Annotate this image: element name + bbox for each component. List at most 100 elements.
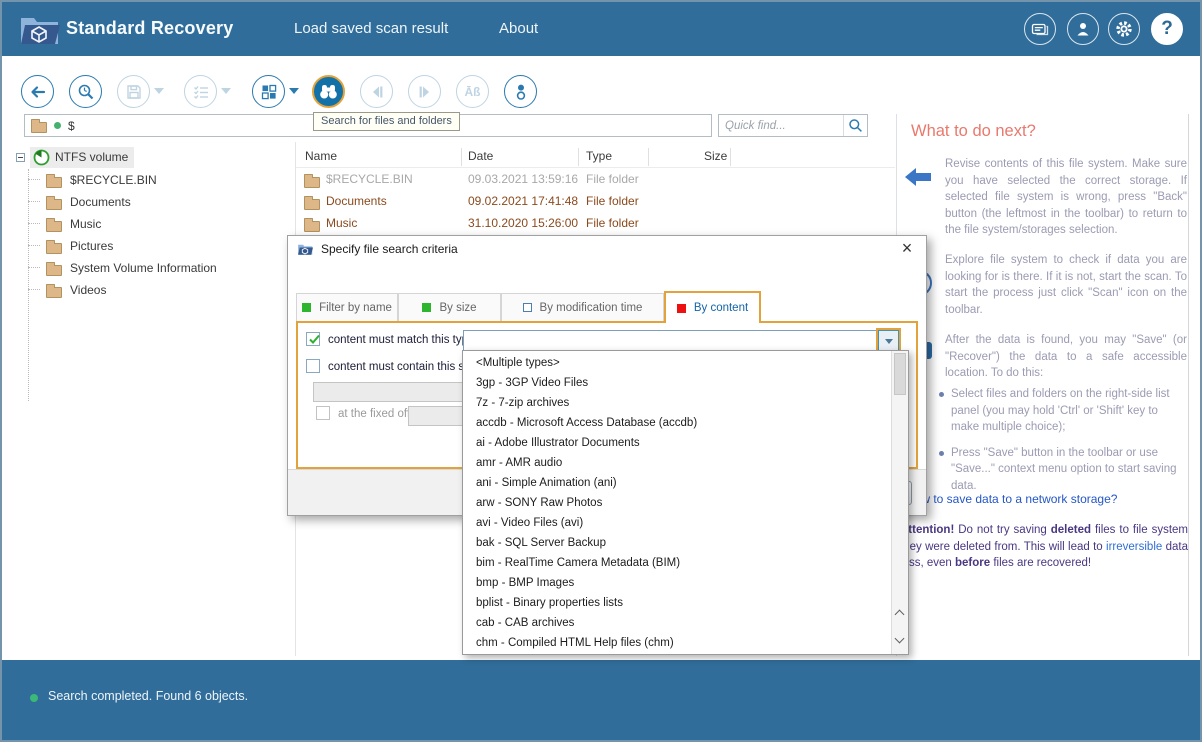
column-divider[interactable] (461, 148, 462, 166)
fixed-offset-checkbox[interactable] (316, 406, 330, 420)
tree-item[interactable]: $RECYCLE.BIN (2, 169, 294, 191)
back-arrow-icon (29, 84, 47, 100)
network-storage-link[interactable]: How to save data to a network storage? (906, 492, 1117, 506)
file-name: Documents (326, 194, 387, 208)
account-button[interactable] (1067, 13, 1099, 45)
dropdown-scrollbar[interactable] (891, 351, 908, 654)
column-divider[interactable] (648, 148, 649, 166)
volume-pie-icon (33, 149, 50, 166)
dropdown-items: <Multiple types> 3gp - 3GP Video Files 7… (463, 353, 891, 653)
menu-load-saved-scan[interactable]: Load saved scan result (294, 20, 448, 37)
dialog-tab[interactable]: By modification time (501, 293, 664, 321)
scan-button[interactable] (69, 75, 102, 108)
scrollbar-thumb[interactable] (894, 353, 906, 395)
help-paragraph: Explore file system to check if data you… (945, 252, 1187, 318)
menu-about[interactable]: About (499, 20, 538, 37)
file-row[interactable]: $RECYCLE.BIN 09.03.2021 13:59:16 File fo… (296, 168, 895, 190)
scan-magnifier-icon (77, 83, 95, 101)
dropdown-item[interactable]: ai - Adobe Illustrator Documents (463, 433, 891, 453)
dialog-close-button[interactable] (897, 238, 917, 258)
file-type: File folder (586, 216, 639, 230)
dropdown-item[interactable]: avi - Video Files (avi) (463, 513, 891, 533)
folder-icon (46, 287, 62, 298)
dialog-title-bar[interactable]: Specify file search criteria (288, 236, 926, 262)
dropdown-item[interactable]: arw - SONY Raw Photos (463, 493, 891, 513)
view-options-button[interactable] (184, 75, 217, 108)
scroll-down-icon[interactable] (895, 634, 905, 644)
tree-item[interactable]: System Volume Information (2, 257, 294, 279)
encoding-button[interactable]: Āß (456, 75, 489, 108)
tab-status-square-icon (677, 304, 686, 313)
toolbar-tooltip: Search for files and folders (313, 112, 460, 131)
dialog-tab[interactable]: Filter by name (296, 293, 398, 321)
quick-find-input[interactable] (719, 120, 843, 132)
attention-highlight: irreversible (1106, 541, 1162, 553)
dropdown-item[interactable]: ani - Simple Animation (ani) (463, 473, 891, 493)
dropdown-item[interactable]: bak - SQL Server Backup (463, 533, 891, 553)
dropdown-item[interactable]: bplist - Binary properties lists (463, 593, 891, 613)
contain-phrase-checkbox[interactable] (306, 359, 320, 373)
prev-result-button[interactable] (360, 75, 393, 108)
dialog-title: Specify file search criteria (321, 242, 458, 256)
combobox-dropdown-button[interactable] (878, 330, 899, 352)
dropdown-item[interactable]: amr - AMR audio (463, 453, 891, 473)
scroll-up-icon[interactable] (895, 610, 905, 620)
dropdown-item[interactable]: chm - Compiled HTML Help files (chm) (463, 633, 891, 653)
search-icon (848, 118, 863, 133)
save-button[interactable] (117, 75, 150, 108)
collapse-icon[interactable] (16, 153, 25, 162)
column-header-name[interactable]: Name (305, 149, 337, 163)
folder-icon (31, 122, 47, 133)
column-divider[interactable] (578, 148, 579, 166)
dropdown-item[interactable]: cab - CAB archives (463, 613, 891, 633)
back-button[interactable] (21, 75, 54, 108)
dropdown-item[interactable]: bim - RealTime Camera Metadata (BIM) (463, 553, 891, 573)
match-type-checkbox[interactable] (306, 332, 320, 346)
dropdown-item[interactable]: bmp - BMP Images (463, 573, 891, 593)
save-icon (126, 84, 142, 100)
file-row[interactable]: Documents 09.02.2021 17:41:48 File folde… (296, 190, 895, 212)
partition-button[interactable] (252, 75, 285, 108)
file-row[interactable]: Music 31.10.2020 15:26:00 File folder (296, 212, 895, 234)
dropdown-item[interactable]: accdb - Microsoft Access Database (accdb… (463, 413, 891, 433)
tree-item[interactable]: Pictures (2, 235, 294, 257)
dropdown-item[interactable]: 3gp - 3GP Video Files (463, 373, 891, 393)
tree-root-row[interactable]: NTFS volume (16, 147, 134, 167)
save-dropdown-arrow[interactable] (154, 88, 164, 94)
file-rows: $RECYCLE.BIN 09.03.2021 13:59:16 File fo… (296, 168, 895, 234)
tree-item[interactable]: Documents (2, 191, 294, 213)
partition-dropdown-arrow[interactable] (289, 88, 299, 94)
settings-button[interactable] (1108, 13, 1140, 45)
folder-icon (46, 221, 62, 232)
current-path: $ (68, 119, 75, 133)
tree-item-label: Documents (70, 195, 131, 209)
column-header-size[interactable]: Size (704, 149, 723, 163)
dialog-tab[interactable]: By content (664, 291, 761, 323)
tree-root-label: NTFS volume (55, 150, 128, 164)
view-dropdown-arrow[interactable] (221, 88, 231, 94)
column-header-type[interactable]: Type (586, 149, 612, 163)
info-button[interactable] (504, 75, 537, 108)
step-previous-icon (370, 85, 384, 99)
help-button[interactable] (1151, 13, 1183, 45)
dropdown-item[interactable]: 7z - 7-zip archives (463, 393, 891, 413)
quick-find-button[interactable] (843, 115, 867, 136)
info-icon (513, 83, 529, 101)
file-type: File folder (586, 194, 639, 208)
back-hint-arrow-icon (903, 166, 933, 188)
quick-find-box (718, 114, 868, 137)
search-files-button[interactable] (312, 75, 345, 108)
tree-item[interactable]: Videos (2, 279, 294, 301)
file-date: 31.10.2020 15:26:00 (468, 216, 578, 230)
feedback-button[interactable] (1024, 13, 1056, 45)
column-header-date[interactable]: Date (468, 149, 493, 163)
file-type-combobox[interactable] (463, 330, 878, 352)
dropdown-item[interactable]: <Multiple types> (463, 353, 891, 373)
column-divider[interactable] (730, 148, 731, 166)
next-result-button[interactable] (408, 75, 441, 108)
tab-label: Filter by name (319, 302, 392, 314)
dialog-tab[interactable]: By size (398, 293, 501, 321)
folder-icon (304, 199, 320, 210)
tree-item[interactable]: Music (2, 213, 294, 235)
tab-label: By modification time (540, 302, 643, 314)
